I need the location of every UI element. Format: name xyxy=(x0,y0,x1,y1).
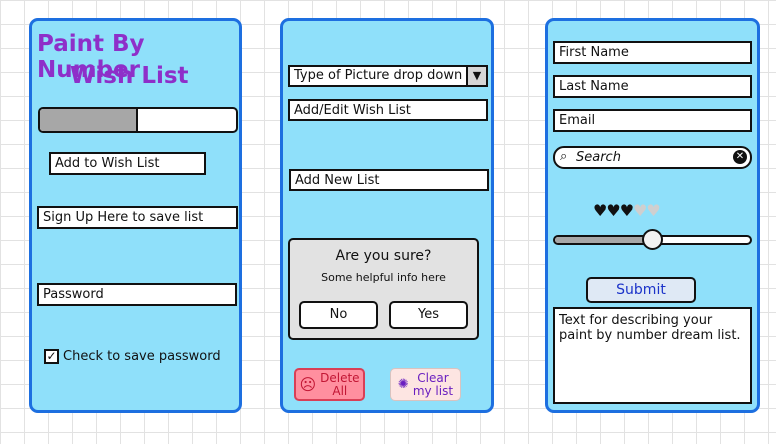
add-to-wish-list-button[interactable]: Add to Wish List xyxy=(49,152,206,175)
heart-filled-icon[interactable]: ♥ xyxy=(593,201,607,220)
clear-list-button[interactable]: ✺ Clear my list xyxy=(390,368,461,401)
app-title-line-2: Wish List xyxy=(70,63,189,89)
email-field[interactable]: Email xyxy=(553,109,752,132)
edit-wish-list-field[interactable]: Add/Edit Wish List xyxy=(288,99,488,121)
signup-field[interactable]: Sign Up Here to save list xyxy=(37,206,238,229)
last-name-field[interactable]: Last Name xyxy=(553,75,752,98)
confirm-dialog: Are you sure? Some helpful info here No … xyxy=(288,238,479,340)
add-new-list-field[interactable]: Add New List xyxy=(289,169,489,191)
clear-search-icon[interactable]: ✕ xyxy=(733,150,747,164)
sparkle-icon: ✺ xyxy=(397,377,409,392)
heart-empty-icon[interactable]: ♥ xyxy=(646,201,660,220)
dialog-info: Some helpful info here xyxy=(321,271,446,284)
search-input[interactable]: ⌕ Search ✕ xyxy=(553,146,752,169)
first-name-field[interactable]: First Name xyxy=(553,41,752,64)
save-password-label: Check to save password xyxy=(63,349,221,364)
slider-thumb[interactable] xyxy=(642,229,663,250)
frown-face-icon: ☹ xyxy=(299,375,317,394)
picture-type-dropdown[interactable]: Type of Picture drop down ▼ xyxy=(288,65,488,87)
delete-all-button[interactable]: ☹ Delete All xyxy=(294,368,365,401)
chevron-down-icon[interactable]: ▼ xyxy=(466,67,486,85)
search-placeholder: Search xyxy=(576,150,621,165)
heart-filled-icon[interactable]: ♥ xyxy=(620,201,634,220)
heart-empty-icon[interactable]: ♥ xyxy=(633,201,647,220)
dialog-title: Are you sure? xyxy=(335,248,432,264)
signup-form-panel: First Name Last Name Email ⌕ Search ✕ ♥♥… xyxy=(545,18,760,413)
dropdown-value: Type of Picture drop down xyxy=(294,68,463,83)
search-icon: ⌕ xyxy=(560,149,568,164)
list-edit-panel: Type of Picture drop down ▼ Add/Edit Wis… xyxy=(280,18,494,413)
password-field[interactable]: Password xyxy=(37,283,237,306)
yes-button[interactable]: Yes xyxy=(389,301,468,329)
no-button[interactable]: No xyxy=(299,301,378,329)
save-password-row[interactable]: ✓ Check to save password xyxy=(44,349,221,364)
description-textarea[interactable]: Text for describing your paint by number… xyxy=(553,307,752,404)
heart-rating[interactable]: ♥♥♥♥♥ xyxy=(593,201,661,220)
progress-bar xyxy=(38,107,238,133)
wish-list-panel: Paint By Number Wish List Add to Wish Li… xyxy=(29,18,242,413)
slider-fill xyxy=(555,237,653,243)
submit-button[interactable]: Submit xyxy=(586,277,696,303)
clear-list-label: Clear my list xyxy=(412,370,454,398)
heart-filled-icon[interactable]: ♥ xyxy=(606,201,620,220)
progress-fill xyxy=(40,109,138,131)
delete-all-label: Delete All xyxy=(320,370,360,398)
save-password-checkbox[interactable]: ✓ xyxy=(44,349,59,364)
